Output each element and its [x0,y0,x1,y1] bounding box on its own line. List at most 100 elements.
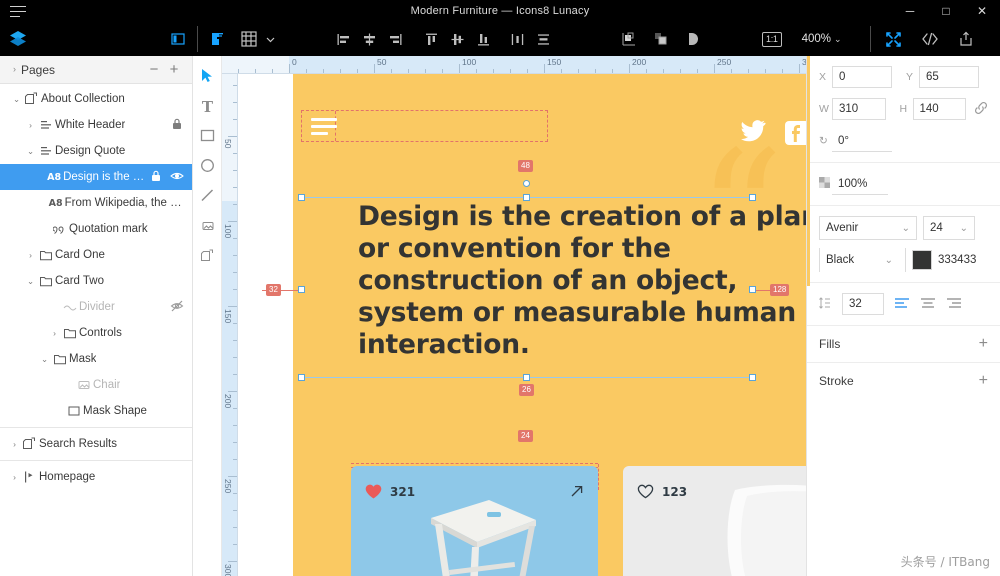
rotation-handle[interactable] [523,180,530,187]
ruler-button[interactable] [204,26,230,52]
twisty-icon[interactable]: ⌄ [38,355,51,364]
maximize-button[interactable]: □ [928,0,964,22]
select-tool[interactable] [195,62,221,92]
line-tool[interactable] [195,182,221,212]
selection-handle-tl[interactable] [298,194,305,201]
w-input[interactable]: 310 [832,98,886,120]
rotation-input[interactable]: 0° [832,130,892,152]
page-row-homepage[interactable]: › Homepage [0,464,192,490]
opacity-input[interactable]: 100% [832,173,888,195]
twisty-icon[interactable]: › [48,329,61,338]
vertical-ruler[interactable]: 50 100 150 200 250 300 [222,74,238,576]
link-chain-icon[interactable] [974,101,988,118]
selection-handle-mr[interactable] [749,286,756,293]
align-left-icon[interactable] [330,26,356,52]
pages-twisty-icon[interactable]: › [8,65,21,74]
font-family-select[interactable]: Avenir ⌄ [819,216,917,240]
add-page-button[interactable]: + [164,62,184,77]
selection-handle-br[interactable] [749,374,756,381]
h-input[interactable]: 140 [912,98,966,120]
distribute-h-icon[interactable] [504,26,530,52]
artboard-tool[interactable] [195,242,221,272]
share-arrow-icon[interactable] [570,484,584,501]
twisty-icon[interactable]: › [24,121,37,130]
card-two[interactable]: 123 [623,466,806,576]
selection-handle-tc[interactable] [523,194,530,201]
rectangle-tool[interactable] [195,122,221,152]
collapse-pages-button[interactable]: − [144,62,164,77]
twitter-icon[interactable] [740,120,766,146]
card-two-likes[interactable]: 123 [637,484,687,499]
align-right-icon[interactable] [382,26,408,52]
line-height-input[interactable]: 32 [842,293,884,315]
selection-handle-bc[interactable] [523,374,530,381]
y-input[interactable]: 65 [919,66,979,88]
design-canvas[interactable]: “ Design is the creation of a plan or co… [238,74,806,576]
card-one-likes[interactable]: 321 [365,484,415,499]
minimize-button[interactable]: ─ [892,0,928,22]
chevron-down-icon[interactable] [262,26,278,52]
subtract-icon[interactable] [680,26,706,52]
fills-section[interactable]: Fills + [807,326,1000,363]
export-upload-icon[interactable] [953,26,979,52]
card-one[interactable]: 321 [351,466,598,576]
layer-row-mask-shape[interactable]: Mask Shape [0,398,192,424]
text-align-left-icon[interactable] [894,297,910,312]
layer-row-chair[interactable]: Chair [0,372,192,398]
twisty-icon[interactable]: › [24,251,37,260]
horizontal-ruler[interactable]: 050100150200250300 [222,56,806,74]
layer-row-design-quote[interactable]: ⌄ Design Quote [0,138,192,164]
code-brackets-icon[interactable] [917,26,943,52]
zoom-chevron-down-icon[interactable]: ⌄ [834,34,842,45]
distribute-v-icon[interactable] [530,26,556,52]
white-header-group[interactable] [301,110,548,142]
grid-button[interactable] [236,26,262,52]
x-input[interactable]: 0 [832,66,892,88]
selection-handle-bl[interactable] [298,374,305,381]
twisty-icon[interactable]: › [8,440,21,449]
selection-handle-ml[interactable] [298,286,305,293]
layer-row-mask[interactable]: ⌄ Mask [0,346,192,372]
ellipse-tool[interactable] [195,152,221,182]
text-color-field[interactable]: 333433 [905,248,983,272]
artboard-about-collection[interactable]: “ Design is the creation of a plan or co… [293,74,806,576]
stroke-section[interactable]: Stroke + [807,363,1000,399]
image-tool[interactable] [195,212,221,242]
eye-icon[interactable] [170,169,184,186]
page-row-search-results[interactable]: › Search Results [0,431,192,457]
layer-row-white-header[interactable]: › White Header [0,112,192,138]
facebook-icon[interactable] [784,120,806,146]
align-middle-v-icon[interactable] [444,26,470,52]
twisty-icon[interactable]: ⌄ [24,277,37,286]
align-center-h-icon[interactable] [356,26,382,52]
close-button[interactable]: ✕ [964,0,1000,22]
twisty-icon[interactable]: ⌄ [24,147,37,156]
menu-burger-icon[interactable] [311,118,337,139]
mask-icon[interactable] [616,26,642,52]
layer-row-from-wikipedia-the-free[interactable]: A8From Wikipedia, the free... [0,190,192,216]
zoom-one-to-one-button[interactable]: 1:1 [762,31,782,47]
toggle-left-panel-button[interactable] [165,26,191,52]
layer-row-controls[interactable]: › Controls [0,320,192,346]
text-color-swatch[interactable] [912,250,932,270]
twisty-icon[interactable]: › [8,473,21,482]
text-align-center-icon[interactable] [920,297,936,312]
layer-row-divider[interactable]: Divider [0,294,192,320]
add-fill-button[interactable]: + [979,336,988,352]
text-tool[interactable]: T [195,92,221,122]
align-top-icon[interactable] [418,26,444,52]
selection-handle-tr[interactable] [749,194,756,201]
layer-row-card-two[interactable]: ⌄ Card Two [0,268,192,294]
zoom-level-label[interactable]: 400% [802,33,831,45]
layer-row-design-is-the-crea[interactable]: A8Design is the crea... [0,164,192,190]
align-bottom-icon[interactable] [470,26,496,52]
lock-icon[interactable] [170,117,184,134]
font-weight-select[interactable]: Black ⌄ [819,248,899,272]
layer-row-quotation-mark[interactable]: Quotation mark [0,216,192,242]
layer-row-card-one[interactable]: › Card One [0,242,192,268]
add-stroke-button[interactable]: + [979,373,988,389]
expand-arrows-icon[interactable] [881,26,907,52]
flatten-icon[interactable] [648,26,674,52]
quote-text[interactable]: Design is the creation of a plan or conv… [358,201,806,361]
eye-off-icon[interactable] [170,299,184,316]
